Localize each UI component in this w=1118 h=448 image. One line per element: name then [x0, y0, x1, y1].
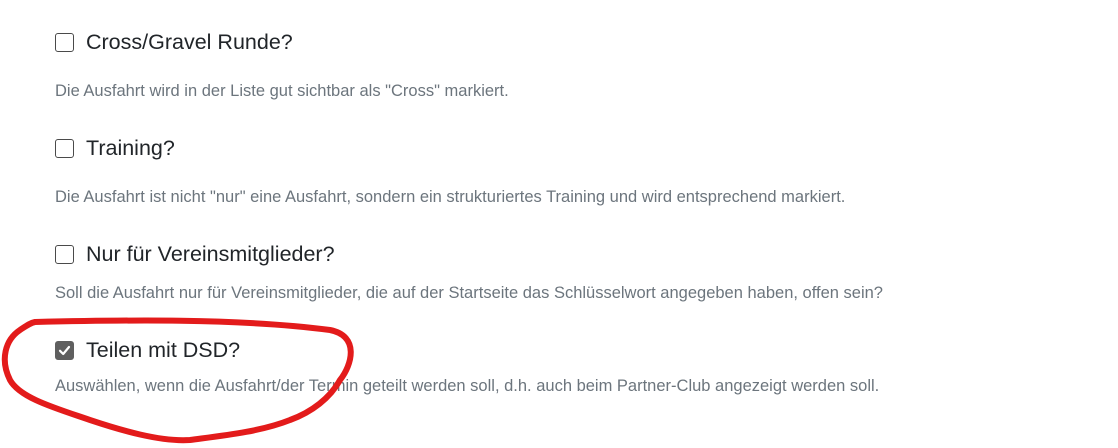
share-dsd-help-text: Auswählen, wenn die Ausfahrt/der Termin … — [55, 377, 880, 395]
option-training: Training? Die Ausfahrt ist nicht "nur" e… — [55, 134, 1118, 206]
training-checkbox[interactable] — [55, 138, 74, 158]
share-dsd-checkbox[interactable] — [55, 340, 74, 360]
training-help-text: Die Ausfahrt ist nicht "nur" eine Ausfah… — [55, 188, 846, 206]
option-cross-gravel: Cross/Gravel Runde? Die Ausfahrt wird in… — [55, 28, 1118, 100]
share-dsd-label[interactable]: Teilen mit DSD? — [86, 336, 240, 364]
training-label[interactable]: Training? — [86, 134, 175, 162]
members-only-help-text: Soll die Ausfahrt nur für Vereinsmitglie… — [55, 284, 883, 302]
option-header: Teilen mit DSD? — [55, 336, 1118, 364]
cross-gravel-help-text: Die Ausfahrt wird in der Liste gut sicht… — [55, 82, 509, 100]
option-share-dsd: Teilen mit DSD? Auswählen, wenn die Ausf… — [55, 336, 1118, 395]
option-header: Nur für Vereinsmitglieder? — [55, 240, 1118, 268]
option-members-only: Nur für Vereinsmitglieder? Soll die Ausf… — [55, 240, 1118, 302]
members-only-checkbox[interactable] — [55, 244, 74, 264]
members-only-label[interactable]: Nur für Vereinsmitglieder? — [86, 240, 335, 268]
option-header: Cross/Gravel Runde? — [55, 28, 1118, 56]
cross-gravel-checkbox[interactable] — [55, 32, 74, 52]
cross-gravel-label[interactable]: Cross/Gravel Runde? — [86, 28, 293, 56]
option-header: Training? — [55, 134, 1118, 162]
checkmark-icon — [58, 345, 71, 355]
